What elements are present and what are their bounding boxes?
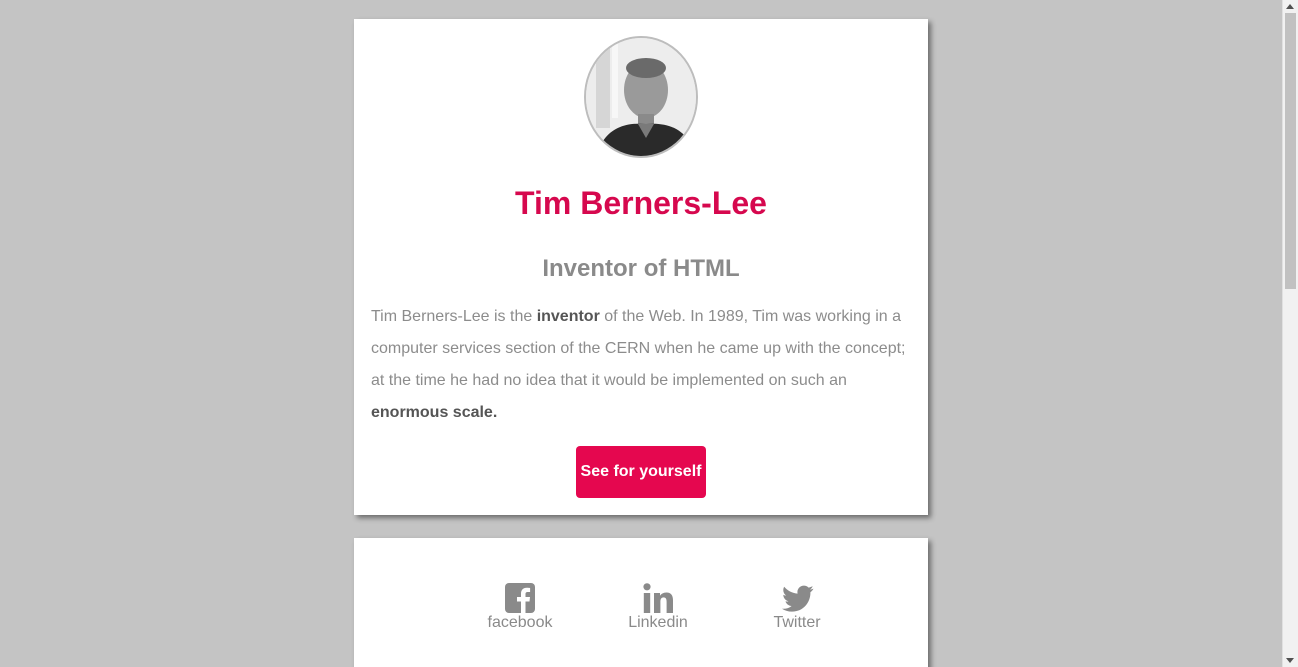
profile-subtitle: Inventor of HTML: [542, 255, 740, 282]
vertical-scrollbar[interactable]: [1282, 0, 1298, 667]
profile-card: Tim Berners-Lee Inventor of HTML Tim Ber…: [354, 19, 928, 515]
bio-emphasis-scale: enormous scale.: [371, 404, 498, 421]
social-label-facebook: facebook: [487, 614, 553, 631]
social-link-twitter[interactable]: Twitter: [747, 583, 847, 633]
profile-bio: Tim Berners-Lee is the inventor of the W…: [371, 301, 908, 429]
bio-text: Tim Berners-Lee is the: [371, 308, 537, 325]
social-label-twitter: Twitter: [773, 614, 821, 631]
bio-emphasis-inventor: inventor: [536, 308, 600, 325]
social-link-linkedin[interactable]: Linkedin: [608, 583, 708, 633]
avatar: [584, 36, 698, 158]
social-card: facebook Linkedin Twitter: [354, 538, 928, 667]
portrait-image: [586, 38, 696, 156]
scroll-down-arrow-icon[interactable]: [1286, 658, 1294, 663]
social-label-linkedin: Linkedin: [628, 614, 688, 631]
linkedin-icon: [643, 583, 673, 613]
see-for-yourself-button[interactable]: See for yourself: [576, 446, 706, 498]
scroll-up-arrow-icon[interactable]: [1286, 4, 1294, 9]
social-link-facebook[interactable]: facebook: [470, 583, 570, 633]
scrollbar-thumb[interactable]: [1285, 13, 1296, 289]
profile-name: Tim Berners-Lee: [515, 185, 767, 221]
twitter-icon: [782, 583, 814, 613]
facebook-icon: [505, 583, 535, 613]
page: Tim Berners-Lee Inventor of HTML Tim Ber…: [0, 0, 1298, 667]
